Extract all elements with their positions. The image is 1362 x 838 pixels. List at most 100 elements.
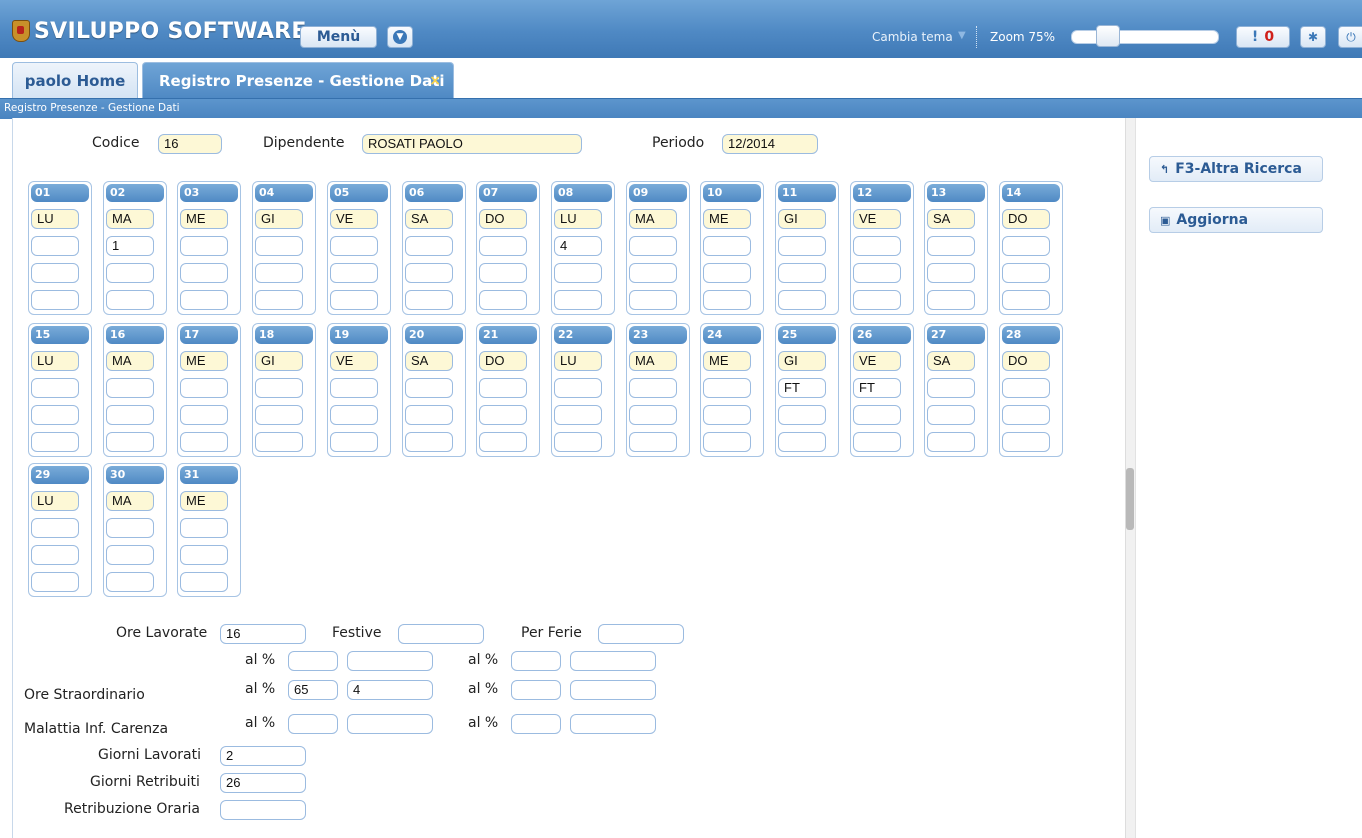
day-hours-field[interactable] — [405, 405, 453, 425]
festive-field[interactable] — [398, 624, 484, 644]
day-of-week-field[interactable]: MA — [106, 351, 154, 371]
day-hours-field[interactable] — [554, 290, 602, 310]
day-of-week-field[interactable]: VE — [853, 351, 901, 371]
zoom-slider[interactable] — [1071, 30, 1219, 44]
day-hours-field[interactable] — [703, 236, 751, 256]
day-hours-field[interactable] — [927, 236, 975, 256]
day-hours-field[interactable] — [31, 518, 79, 538]
day-hours-field[interactable] — [927, 432, 975, 452]
day-hours-field[interactable] — [778, 432, 826, 452]
day-hours-field[interactable] — [106, 432, 154, 452]
day-of-week-field[interactable]: DO — [479, 209, 527, 229]
day-hours-field[interactable] — [629, 263, 677, 283]
day-hours-field[interactable] — [330, 432, 378, 452]
tab-registro-presenze[interactable]: Registro Presenze - Gestione Dati × — [142, 62, 454, 98]
day-of-week-field[interactable]: LU — [31, 209, 79, 229]
day-hours-field[interactable] — [180, 545, 228, 565]
day-of-week-field[interactable]: VE — [330, 351, 378, 371]
day-of-week-field[interactable]: DO — [1002, 209, 1050, 229]
day-hours-field[interactable] — [853, 236, 901, 256]
day-of-week-field[interactable]: VE — [330, 209, 378, 229]
day-hours-field[interactable] — [255, 378, 303, 398]
day-hours-field[interactable] — [405, 378, 453, 398]
day-hours-field[interactable] — [106, 518, 154, 538]
day-of-week-field[interactable]: ME — [703, 351, 751, 371]
day-of-week-field[interactable]: SA — [405, 351, 453, 371]
day-of-week-field[interactable]: DO — [479, 351, 527, 371]
notifications-button[interactable]: ! 0 — [1236, 26, 1290, 48]
day-hours-field[interactable] — [106, 378, 154, 398]
day-of-week-field[interactable]: SA — [927, 351, 975, 371]
per-ferie-field[interactable] — [598, 624, 684, 644]
day-hours-field[interactable] — [629, 432, 677, 452]
day-hours-field[interactable] — [629, 236, 677, 256]
day-hours-field[interactable] — [31, 545, 79, 565]
day-hours-field[interactable] — [31, 432, 79, 452]
day-hours-field[interactable] — [106, 263, 154, 283]
day-of-week-field[interactable]: GI — [778, 209, 826, 229]
day-hours-field[interactable] — [703, 432, 751, 452]
close-icon[interactable]: × — [429, 63, 441, 99]
day-hours-field[interactable] — [180, 378, 228, 398]
day-hours-field[interactable] — [1002, 378, 1050, 398]
day-of-week-field[interactable]: LU — [31, 491, 79, 511]
day-hours-field[interactable] — [1002, 236, 1050, 256]
day-hours-field[interactable] — [554, 263, 602, 283]
codice-field[interactable]: 16 — [158, 134, 222, 154]
day-hours-field[interactable] — [180, 263, 228, 283]
dipendente-field[interactable]: ROSATI PAOLO — [362, 134, 582, 154]
day-hours-field[interactable] — [31, 263, 79, 283]
aggiorna-button[interactable]: ▣ Aggiorna — [1149, 207, 1323, 233]
ore-lavorate-field[interactable]: 16 — [220, 624, 306, 644]
day-of-week-field[interactable]: MA — [629, 351, 677, 371]
day-hours-field[interactable] — [330, 290, 378, 310]
day-hours-field[interactable] — [479, 263, 527, 283]
day-hours-field[interactable] — [629, 405, 677, 425]
value-field[interactable] — [570, 651, 656, 671]
giorni-lavorati-field[interactable]: 2 — [220, 746, 306, 766]
day-hours-field[interactable] — [1002, 263, 1050, 283]
day-hours-field[interactable] — [853, 263, 901, 283]
value-field[interactable] — [570, 714, 656, 734]
day-hours-field[interactable] — [31, 290, 79, 310]
day-of-week-field[interactable]: ME — [180, 491, 228, 511]
day-hours-field[interactable] — [180, 518, 228, 538]
day-hours-field[interactable] — [330, 378, 378, 398]
retribuzione-oraria-field[interactable] — [220, 800, 306, 820]
theme-switcher[interactable]: Cambia tema — [872, 30, 953, 44]
day-hours-field[interactable] — [106, 405, 154, 425]
day-hours-field[interactable] — [31, 572, 79, 592]
day-hours-field[interactable] — [554, 405, 602, 425]
day-of-week-field[interactable]: ME — [703, 209, 751, 229]
day-hours-field[interactable] — [1002, 432, 1050, 452]
day-hours-field[interactable] — [106, 545, 154, 565]
day-hours-field[interactable] — [853, 290, 901, 310]
day-hours-field[interactable]: 1 — [106, 236, 154, 256]
day-hours-field[interactable] — [180, 405, 228, 425]
value-field[interactable] — [347, 651, 433, 671]
day-hours-field[interactable] — [405, 432, 453, 452]
day-hours-field[interactable] — [703, 405, 751, 425]
value-field[interactable]: 4 — [347, 680, 433, 700]
day-hours-field[interactable] — [405, 236, 453, 256]
day-hours-field[interactable] — [255, 290, 303, 310]
day-hours-field[interactable] — [778, 236, 826, 256]
periodo-field[interactable]: 12/2014 — [722, 134, 818, 154]
day-hours-field[interactable] — [255, 405, 303, 425]
day-of-week-field[interactable]: MA — [106, 491, 154, 511]
day-hours-field[interactable] — [778, 290, 826, 310]
day-hours-field[interactable] — [927, 263, 975, 283]
day-hours-field[interactable] — [31, 236, 79, 256]
day-hours-field[interactable] — [405, 263, 453, 283]
day-of-week-field[interactable]: SA — [405, 209, 453, 229]
day-hours-field[interactable] — [180, 290, 228, 310]
day-hours-field[interactable] — [479, 236, 527, 256]
day-hours-field[interactable] — [554, 432, 602, 452]
day-of-week-field[interactable]: GI — [255, 351, 303, 371]
power-icon[interactable]: ⏻ — [1338, 26, 1362, 48]
day-of-week-field[interactable]: DO — [1002, 351, 1050, 371]
day-hours-field[interactable] — [1002, 405, 1050, 425]
day-hours-field[interactable] — [405, 290, 453, 310]
day-hours-field[interactable] — [703, 263, 751, 283]
day-of-week-field[interactable]: SA — [927, 209, 975, 229]
